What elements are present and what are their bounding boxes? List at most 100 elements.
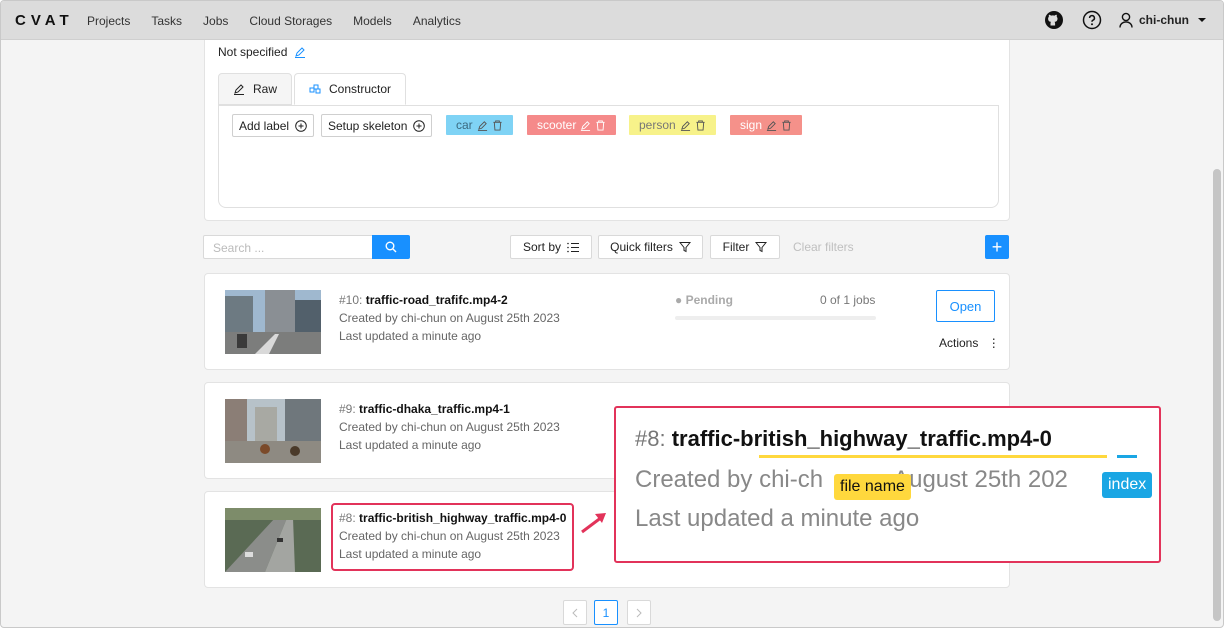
nav-tasks[interactable]: Tasks (151, 14, 182, 28)
cvat-logo[interactable]: CVAT (15, 12, 74, 29)
next-page-button[interactable] (627, 600, 651, 625)
label-chip-car[interactable]: car (446, 115, 513, 135)
nav-analytics[interactable]: Analytics (413, 14, 461, 28)
chevron-left-icon (572, 608, 578, 617)
tab-raw[interactable]: Raw (218, 73, 293, 105)
setup-skeleton-text: Setup skeleton (328, 118, 408, 133)
help-icon[interactable] (1081, 9, 1103, 31)
quick-filters-label: Quick filters (610, 240, 673, 254)
clear-filters-button[interactable]: Clear filters (793, 240, 854, 254)
filter-button[interactable]: Filter (710, 235, 780, 259)
page-1-button[interactable]: 1 (594, 600, 618, 625)
zoom-callout: #8: traffic-british_highway_traffic.mp4-… (614, 406, 1161, 563)
filter-icon (755, 242, 768, 253)
task-preview-image (225, 508, 321, 572)
github-icon[interactable] (1043, 9, 1065, 31)
callout-created-text: Created by chi-ch (635, 466, 824, 493)
open-task-button[interactable]: Open (936, 290, 995, 322)
edit-icon[interactable] (477, 120, 488, 131)
edit-icon[interactable] (294, 46, 306, 58)
add-label-text: Add label (239, 118, 290, 133)
plus-circle-icon (413, 119, 426, 132)
delete-icon[interactable] (595, 119, 606, 131)
callout-title: #8: traffic-british_highway_traffic.mp4-… (635, 426, 1052, 452)
label-name: sign (740, 118, 763, 132)
delete-icon[interactable] (695, 119, 706, 131)
nav-cloud-storages[interactable]: Cloud Storages (249, 14, 332, 28)
callout-created-tail: August 25th 202 (893, 466, 1068, 493)
task-updated: Last updated a minute ago (339, 329, 482, 343)
filter-icon (678, 242, 691, 253)
callout-file-name: traffic-british_highway_traffic.mp4- (671, 426, 1040, 451)
jobs-count: 0 of 1 jobs (820, 293, 876, 307)
task-created: Created by chi-chun on August 25th 2023 (339, 311, 560, 325)
task-id: #9: (339, 402, 356, 416)
delete-icon[interactable] (492, 119, 503, 131)
navbar-right: chi-chun (1027, 9, 1213, 31)
task-name: traffic-road_trafifc.mp4-2 (365, 293, 508, 307)
status-text: Pending (685, 293, 733, 307)
search-button[interactable] (372, 235, 410, 259)
task-title[interactable]: #9: traffic-dhaka_traffic.mp4-1 (339, 402, 510, 416)
user-name: chi-chun (1139, 13, 1189, 27)
build-icon (309, 84, 321, 94)
task-name: traffic-dhaka_traffic.mp4-1 (359, 402, 510, 416)
prev-page-button[interactable] (563, 600, 587, 625)
sort-by-label: Sort by (522, 240, 561, 254)
edit-icon (234, 84, 244, 95)
edit-icon[interactable] (580, 120, 591, 131)
chevron-right-icon (636, 608, 642, 617)
scrollbar[interactable] (1213, 169, 1221, 621)
edit-icon[interactable] (680, 120, 691, 131)
delete-icon[interactable] (781, 119, 792, 131)
search-icon (385, 241, 397, 253)
callout-updated: Last updated a minute ago (635, 505, 920, 532)
bug-tracker-value: Not specified (218, 45, 288, 59)
progress-bar (675, 316, 876, 320)
underline-marks (759, 455, 1137, 458)
callout-id: #8: (635, 426, 666, 451)
top-navbar: CVAT Projects Tasks Jobs Cloud Storages … (1, 1, 1223, 40)
label-tabs: Raw Constructor (218, 73, 408, 105)
more-vertical-icon: ⋮ (987, 336, 1000, 350)
app-window: CVAT Projects Tasks Jobs Cloud Storages … (0, 0, 1224, 628)
status-badge: ● Pending (675, 293, 733, 307)
quick-filters-button[interactable]: Quick filters (598, 235, 703, 259)
task-updated: Last updated a minute ago (339, 438, 482, 452)
search-input[interactable]: Search ... (203, 235, 373, 259)
label-constructor: Add label Setup skeleton car scooter per… (218, 105, 999, 208)
nav-jobs[interactable]: Jobs (203, 14, 228, 28)
index-tag: index (1102, 472, 1153, 498)
tab-raw-label: Raw (253, 82, 278, 96)
setup-skeleton-button[interactable]: Setup skeleton (321, 114, 433, 137)
label-chip-sign[interactable]: sign (730, 115, 803, 135)
plus-circle-icon (295, 119, 307, 132)
list-icon (567, 242, 579, 252)
label-name: person (639, 118, 676, 132)
filter-label: Filter (722, 240, 750, 254)
task-created: Created by chi-chun on August 25th 2023 (339, 420, 560, 434)
nav-projects[interactable]: Projects (87, 14, 130, 28)
edit-icon[interactable] (766, 120, 777, 131)
label-name: car (456, 118, 473, 132)
sort-by-button[interactable]: Sort by (510, 235, 592, 259)
task-card: #10: traffic-road_trafifc.mp4-2 Created … (204, 273, 1010, 370)
user-menu[interactable]: chi-chun (1119, 12, 1213, 28)
file-name-tag: file name (834, 474, 911, 500)
caret-down-icon (1198, 18, 1206, 22)
task-preview-image (225, 290, 321, 354)
create-task-button[interactable]: + (985, 235, 1009, 259)
callout-index: 0 (1039, 426, 1052, 451)
actions-label: Actions (939, 336, 979, 350)
task-title[interactable]: #10: traffic-road_trafifc.mp4-2 (339, 293, 508, 307)
task-id: #10: (339, 293, 363, 307)
bug-tracker: Not specified (218, 45, 306, 59)
tab-constructor[interactable]: Constructor (294, 73, 407, 105)
label-chip-person[interactable]: person (629, 115, 716, 135)
highlight-box (331, 503, 574, 571)
actions-menu[interactable]: Actions ⋮ (939, 336, 1000, 350)
label-chip-scooter[interactable]: scooter (527, 115, 617, 135)
nav-models[interactable]: Models (353, 14, 392, 28)
tab-constructor-label: Constructor (329, 82, 392, 96)
add-label-button[interactable]: Add label (232, 114, 315, 137)
